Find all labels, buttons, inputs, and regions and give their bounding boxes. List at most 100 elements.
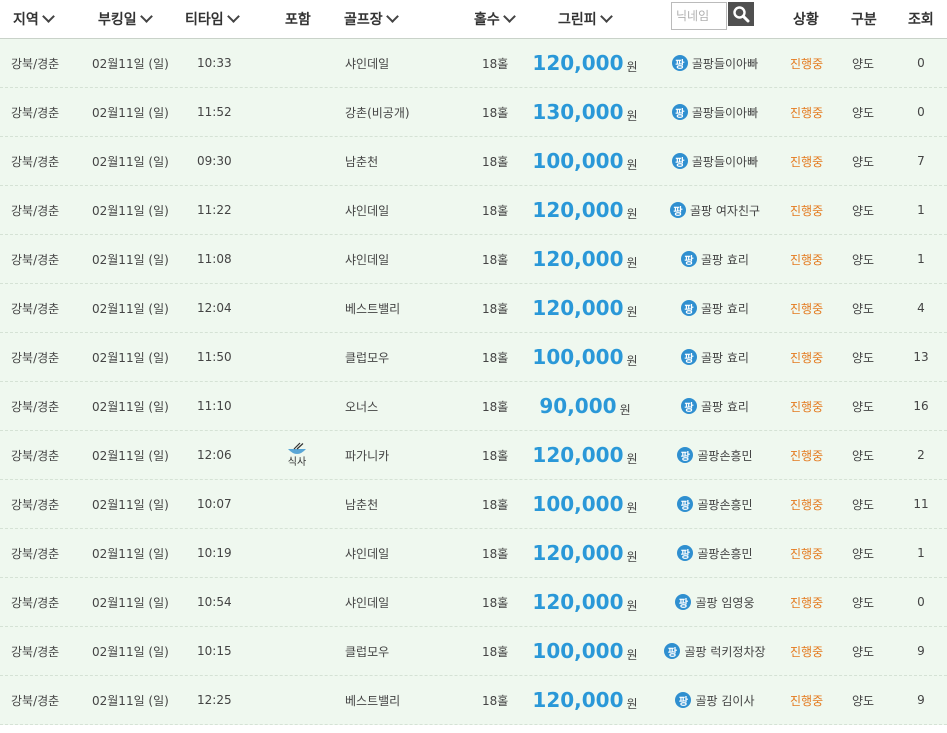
- kind-cell: 양도: [852, 56, 875, 71]
- golf-course-cell: 샤인데일: [345, 252, 390, 267]
- host-nickname[interactable]: 골팡 임영웅: [695, 594, 754, 611]
- host-nickname[interactable]: 골팡 여자친구: [690, 202, 760, 219]
- region-cell: 강북/경춘: [11, 252, 60, 267]
- golf-course-cell: 남춘천: [345, 154, 379, 169]
- region-cell: 강북/경춘: [11, 301, 60, 316]
- host-nickname[interactable]: 골팡들이아빠: [692, 153, 758, 170]
- column-header-holes[interactable]: 홀수: [474, 0, 516, 38]
- status-badge: 진행중: [790, 595, 824, 610]
- green-fee-value: 120,000: [532, 541, 624, 565]
- booking-date-cell: 02월11일 (일): [92, 154, 169, 169]
- host-cell[interactable]: 팡 골팡들이아빠: [650, 88, 780, 136]
- table-row[interactable]: 강북/경춘 02월11일 (일) 10:19 샤인데일 18홀 120,000 원 팡 골팡손흥…: [0, 529, 947, 578]
- host-cell[interactable]: 팡 골팡 효리: [650, 333, 780, 381]
- region-cell: 강북/경춘: [11, 644, 60, 659]
- green-fee-cell: 90,000 원: [530, 382, 640, 430]
- host-badge-icon: 팡: [681, 398, 697, 414]
- host-nickname[interactable]: 골팡 효리: [701, 398, 749, 415]
- included-cell: [284, 284, 310, 332]
- table-row[interactable]: 강북/경춘 02월11일 (일) 11:22 샤인데일 18홀 120,000 원 팡 골팡 여…: [0, 186, 947, 235]
- host-cell[interactable]: 팡 골팡 여자친구: [650, 186, 780, 234]
- host-nickname[interactable]: 골팡 효리: [701, 300, 749, 317]
- host-nickname[interactable]: 골팡손흥민: [697, 545, 752, 562]
- table-row[interactable]: 강북/경춘 02월11일 (일) 10:33 샤인데일 18홀 120,000 원 팡 골팡들이…: [0, 39, 947, 88]
- table-row[interactable]: 강북/경춘 02월11일 (일) 11:08 샤인데일 18홀 120,000 원 팡 골팡 효…: [0, 235, 947, 284]
- column-header-included: 포함: [285, 0, 311, 38]
- kind-cell: 양도: [852, 105, 875, 120]
- golf-course-cell: 샤인데일: [345, 203, 390, 218]
- table-row[interactable]: 강북/경춘 02월11일 (일) 12:04 베스트밸리 18홀 120,000 원 팡 골팡 …: [0, 284, 947, 333]
- table-row[interactable]: 강북/경춘 02월11일 (일) 11:10 오너스 18홀 90,000 원 팡 골팡 효리 진…: [0, 382, 947, 431]
- holes-cell: 18홀: [482, 399, 509, 414]
- table-row[interactable]: 강북/경춘 02월11일 (일) 11:50 클럽모우 18홀 100,000 원 팡 골팡 효…: [0, 333, 947, 382]
- tee-time-cell: 11:08: [197, 252, 232, 266]
- green-fee-value: 120,000: [532, 51, 624, 75]
- host-cell[interactable]: 팡 골팡들이아빠: [650, 39, 780, 87]
- nickname-search-input[interactable]: [671, 2, 727, 30]
- host-nickname[interactable]: 골팡손흥민: [697, 447, 752, 464]
- kind-cell: 양도: [852, 154, 875, 169]
- host-badge-icon: 팡: [681, 349, 697, 365]
- host-nickname[interactable]: 골팡손흥민: [697, 496, 752, 513]
- green-fee-value: 100,000: [532, 345, 624, 369]
- column-header-green-fee[interactable]: 그린피: [558, 0, 613, 38]
- table-row[interactable]: 강북/경춘 02월11일 (일) 11:52 강촌(비공개) 18홀 130,000 원 팡 골…: [0, 88, 947, 137]
- chevron-down-icon: [385, 10, 399, 23]
- host-cell[interactable]: 팡 골팡 김이사: [650, 676, 780, 724]
- host-cell[interactable]: 팡 골팡손흥민: [650, 431, 780, 479]
- host-cell[interactable]: 팡 골팡 임영웅: [650, 578, 780, 626]
- table-row[interactable]: 강북/경춘 02월11일 (일) 09:30 남춘천 18홀 100,000 원 팡 골팡들이아…: [0, 137, 947, 186]
- nickname-search: [671, 2, 754, 30]
- table-row[interactable]: 강북/경춘 02월11일 (일) 12:25 베스트밸리 18홀 120,000 원 팡 골팡 …: [0, 676, 947, 725]
- host-cell[interactable]: 팡 골팡 효리: [650, 382, 780, 430]
- booking-date-cell: 02월11일 (일): [92, 203, 169, 218]
- column-header-tee-time[interactable]: 티타임: [185, 0, 240, 38]
- table-row[interactable]: 강북/경춘 02월11일 (일) 10:54 샤인데일 18홀 120,000 원 팡 골팡 임…: [0, 578, 947, 627]
- column-header-booking-date[interactable]: 부킹일: [98, 0, 153, 38]
- column-header-golf-course-label: 골프장: [344, 12, 383, 28]
- host-cell[interactable]: 팡 골팡손흥민: [650, 529, 780, 577]
- host-nickname[interactable]: 골팡 럭키정차장: [684, 643, 765, 660]
- views-cell: 9: [917, 644, 925, 658]
- currency-unit: 원: [626, 451, 638, 466]
- host-nickname[interactable]: 골팡들이아빠: [692, 55, 758, 72]
- table-row[interactable]: 강북/경춘 02월11일 (일) 10:15 클럽모우 18홀 100,000 원 팡 골팡 럭…: [0, 627, 947, 676]
- holes-cell: 18홀: [482, 693, 509, 708]
- table-row[interactable]: 강북/경춘 02월11일 (일) 10:07 남춘천 18홀 100,000 원 팡 골팡손흥민…: [0, 480, 947, 529]
- search-button[interactable]: [728, 2, 754, 26]
- host-cell[interactable]: 팡 골팡손흥민: [650, 480, 780, 528]
- table-row[interactable]: 강북/경춘 02월11일 (일) 12:06 식사 파가니카 18홀 120,000 원 팡 골팡…: [0, 431, 947, 480]
- views-cell: 4: [917, 301, 925, 315]
- host-badge-icon: 팡: [671, 55, 688, 71]
- holes-cell: 18홀: [482, 546, 509, 561]
- currency-unit: 원: [626, 353, 638, 368]
- host-nickname[interactable]: 골팡 김이사: [695, 692, 754, 709]
- region-cell: 강북/경춘: [11, 154, 60, 169]
- column-header-status: 상황: [793, 0, 819, 38]
- region-cell: 강북/경춘: [11, 448, 60, 463]
- tee-time-cell: 11:10: [197, 399, 232, 413]
- included-cell: [284, 39, 310, 87]
- tee-time-cell: 11:50: [197, 350, 232, 364]
- region-cell: 강북/경춘: [11, 497, 60, 512]
- tee-time-cell: 10:19: [197, 546, 232, 560]
- currency-unit: 원: [626, 696, 638, 711]
- host-nickname[interactable]: 골팡 효리: [701, 349, 749, 366]
- host-cell[interactable]: 팡 골팡 럭키정차장: [650, 627, 780, 675]
- column-header-golf-course[interactable]: 골프장: [344, 0, 399, 38]
- currency-unit: 원: [626, 59, 638, 74]
- currency-unit: 원: [626, 157, 638, 172]
- column-header-region[interactable]: 지역: [13, 0, 55, 38]
- host-cell[interactable]: 팡 골팡 효리: [650, 235, 780, 283]
- holes-cell: 18홀: [482, 203, 509, 218]
- host-nickname[interactable]: 골팡 효리: [701, 251, 749, 268]
- tee-time-cell: 11:22: [197, 203, 232, 217]
- column-header-booking-date-label: 부킹일: [98, 12, 137, 28]
- host-cell[interactable]: 팡 골팡 효리: [650, 284, 780, 332]
- host-cell[interactable]: 팡 골팡들이아빠: [650, 137, 780, 185]
- green-fee-cell: 120,000 원: [530, 39, 640, 87]
- host-nickname[interactable]: 골팡들이아빠: [692, 104, 758, 121]
- chevron-down-icon: [502, 10, 516, 23]
- host-badge-icon: 팡: [671, 104, 688, 120]
- green-fee-cell: 120,000 원: [530, 284, 640, 332]
